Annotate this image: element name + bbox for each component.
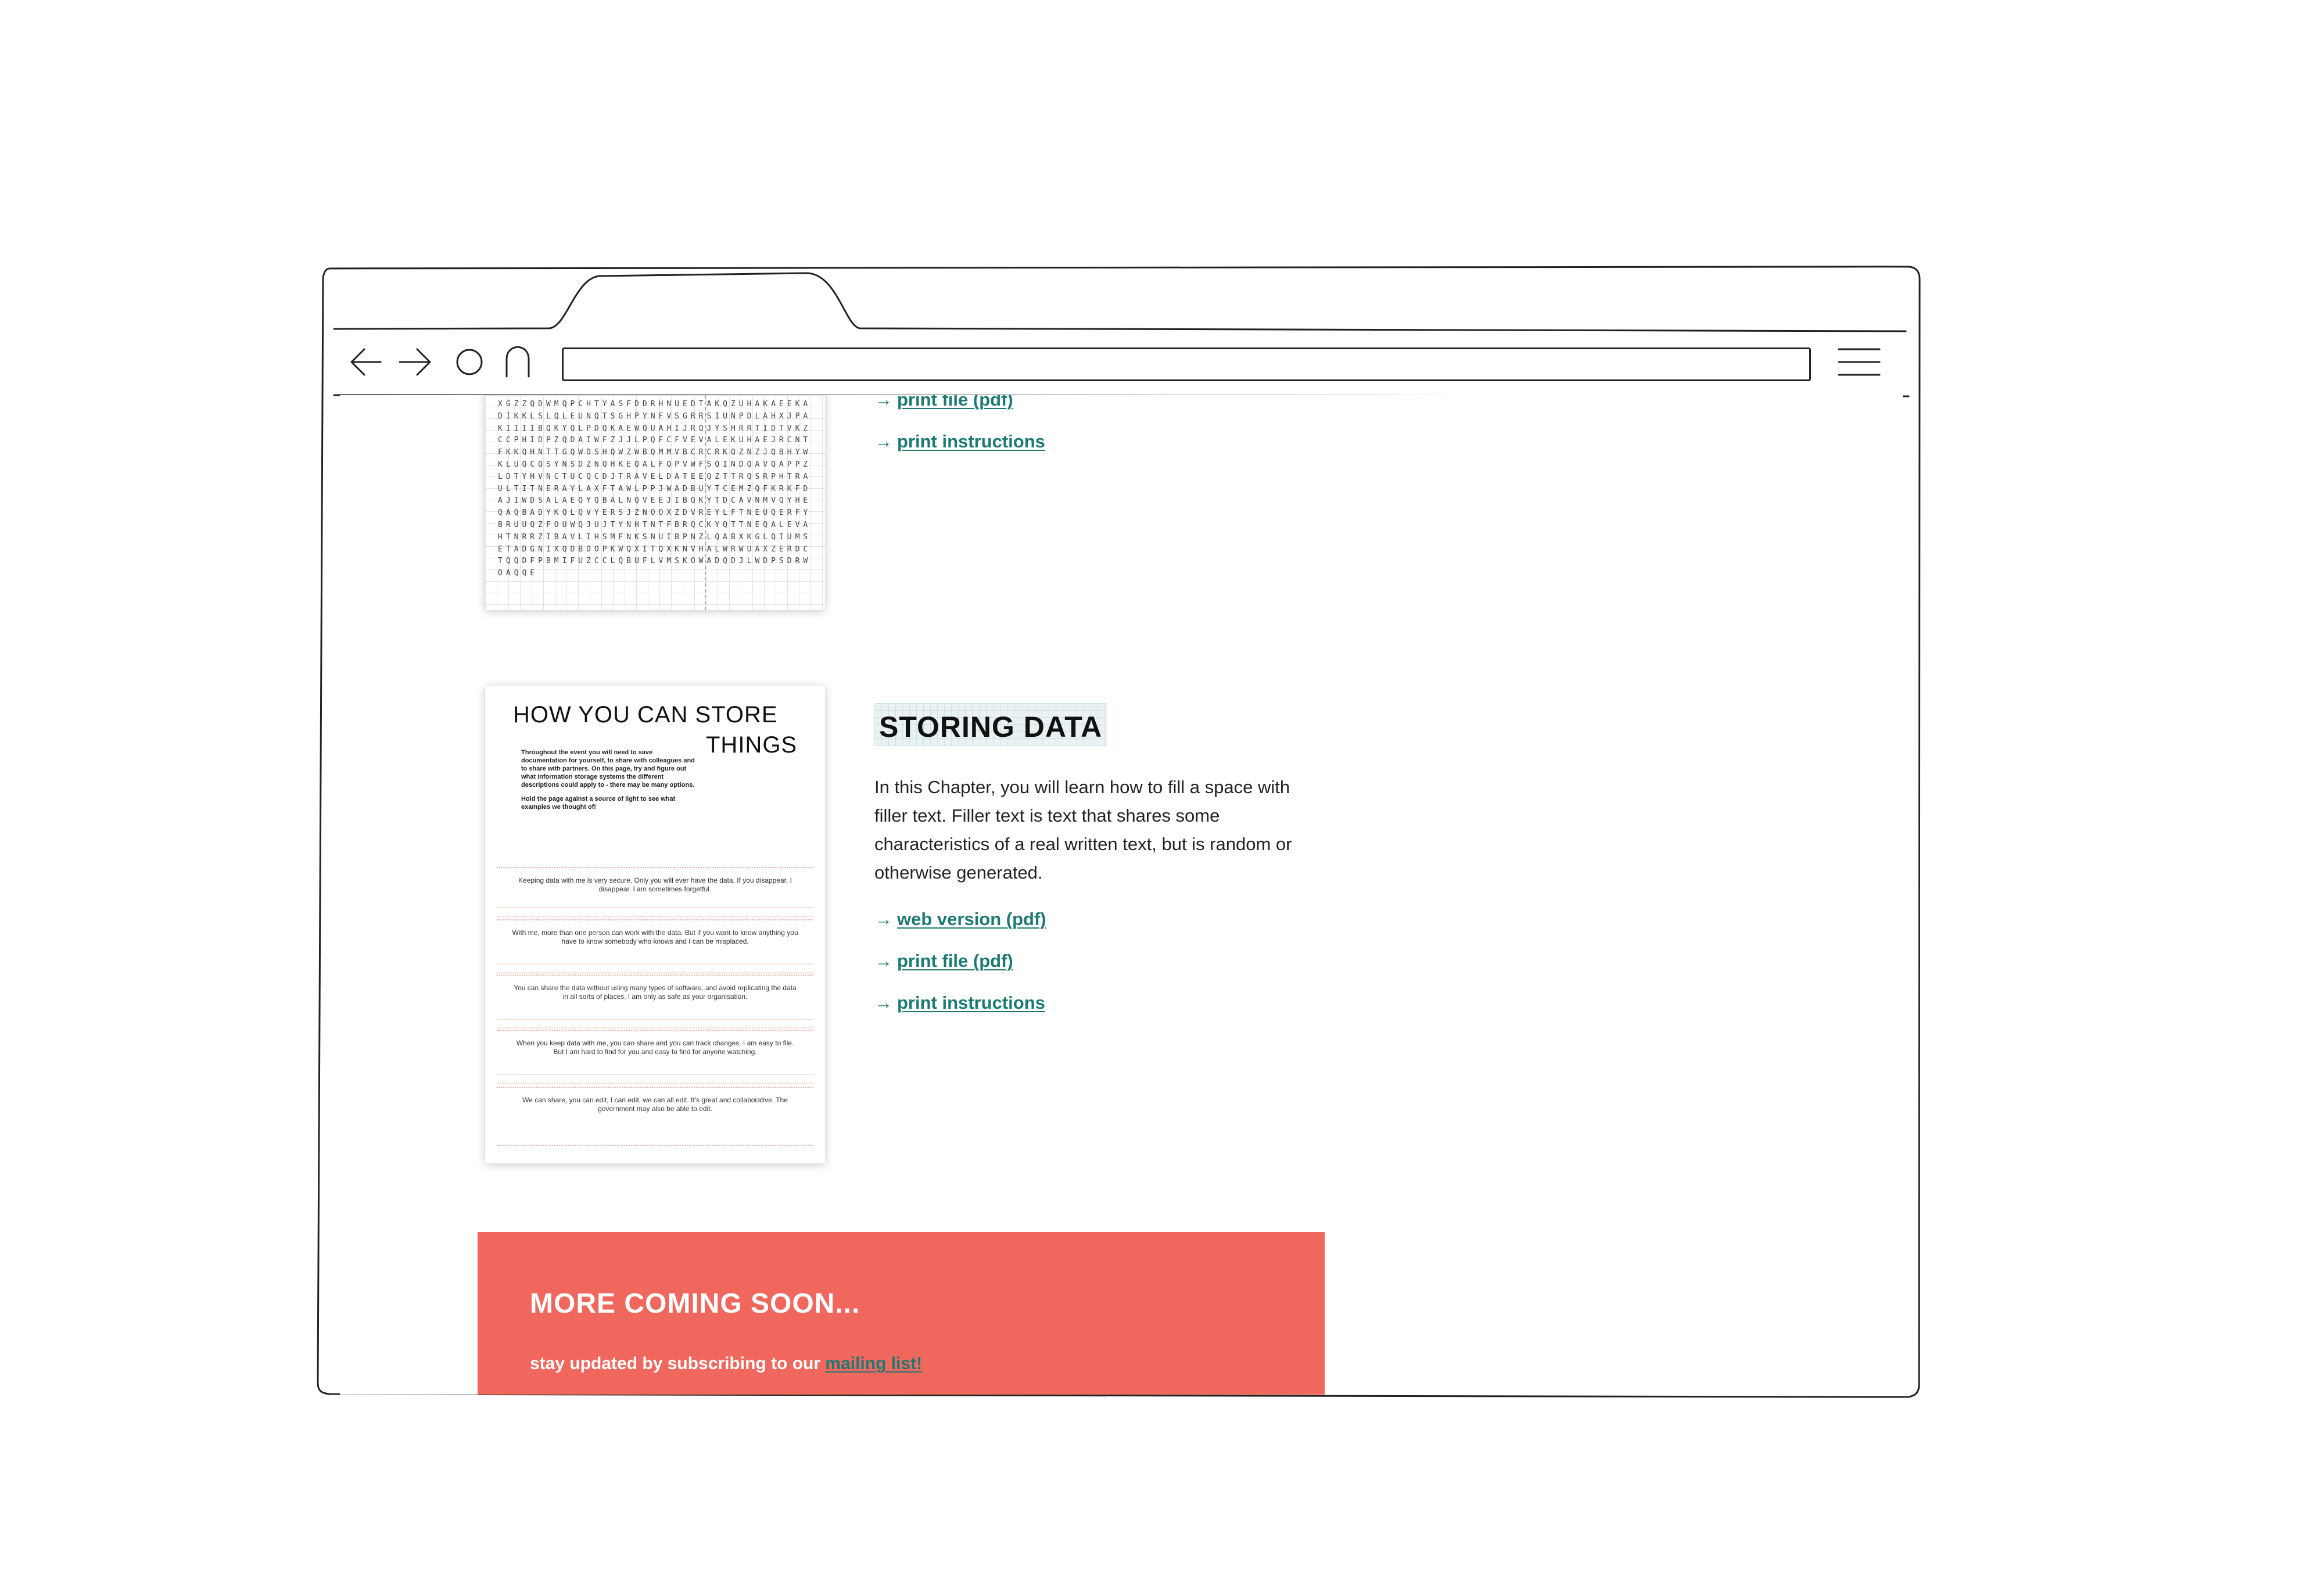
ruled-lines — [497, 1066, 813, 1084]
print-instructions-link[interactable]: print instructions — [897, 992, 1045, 1013]
prev-chapter-links: → print file (pdf) → print instructions — [874, 395, 1045, 474]
thumbnail-box-text: Keeping data with me is very secure. Onl… — [518, 876, 792, 893]
ruled-lines — [497, 956, 813, 973]
word-search-letters: XGZZQDWMQPCHTYASFDDRHNUEDTAKQZUHAKAEEKAD… — [498, 400, 812, 578]
forward-button[interactable] — [397, 347, 433, 378]
thumbnail-intro: Throughout the event you will need to sa… — [521, 748, 695, 817]
arrow-icon: → — [874, 992, 892, 1013]
address-bar[interactable] — [562, 347, 1811, 381]
storing-data-links: → web version (pdf) → print file (pdf) → pr… — [874, 910, 1046, 1035]
web-version-link[interactable]: web version (pdf) — [897, 909, 1046, 929]
print-instructions-link[interactable]: print instructions — [897, 431, 1045, 452]
thumbnail-box-text: You can share the data without using man… — [514, 984, 797, 1001]
thumbnail-box: Keeping data with me is very secure. Onl… — [497, 867, 813, 894]
ruled-lines — [497, 1011, 813, 1029]
arrow-icon: → — [874, 395, 892, 410]
print-file-link[interactable]: print file (pdf) — [897, 951, 1013, 971]
section-title: STORING DATA — [874, 703, 1107, 746]
storing-data-thumbnail[interactable]: HOW YOU CAN STORE THINGS Throughout the … — [485, 686, 825, 1163]
thumbnail-box: You can share the data without using man… — [497, 974, 813, 1001]
link-item: → print instructions — [874, 432, 1045, 451]
link-item: → print file (pdf) — [874, 952, 1046, 970]
ruled-lines — [497, 900, 813, 917]
thumbnail-box: With me, more than one person can work w… — [497, 919, 813, 946]
mailing-list-link[interactable]: mailing list! — [825, 1354, 922, 1373]
thumbnail-box-text: We can share, you can edit, I can edit, … — [522, 1096, 788, 1113]
link-item: → print file (pdf) — [874, 395, 1045, 409]
link-item: → web version (pdf) — [874, 910, 1046, 929]
fold-line — [705, 395, 706, 610]
banner-text-label: stay updated by subscribing to our — [530, 1354, 826, 1373]
thumbnail-title: HOW YOU CAN STORE — [513, 702, 778, 728]
home-button[interactable] — [503, 345, 532, 379]
thumbnail-intro-paragraph: Hold the page against a source of light … — [521, 796, 676, 811]
banner-title: MORE COMING SOON... — [530, 1288, 860, 1319]
section-description: In this Chapter, you will learn how to f… — [874, 777, 1292, 883]
link-item: → print instructions — [874, 994, 1046, 1012]
thumbnail-box-text: With me, more than one person can work w… — [512, 929, 798, 945]
page-viewport: XGZZQDWMQPCHTYASFDDRHNUEDTAKQZUHAKAEEKAD… — [340, 395, 1903, 1395]
arrow-icon: → — [874, 431, 892, 452]
thumbnail-intro-paragraph: Throughout the event you will need to sa… — [521, 749, 695, 789]
thumbnail-box: We can share, you can edit, I can edit, … — [497, 1087, 813, 1113]
thumbnail-box-text: When you keep data with me, you can shar… — [516, 1039, 794, 1056]
word-search-thumbnail[interactable]: XGZZQDWMQPCHTYASFDDRHNUEDTAKQZUHAKAEEKAD… — [485, 395, 825, 610]
print-file-link[interactable]: print file (pdf) — [897, 395, 1013, 410]
menu-button[interactable] — [1835, 344, 1884, 380]
reload-button[interactable] — [454, 347, 485, 378]
arrow-icon: → — [874, 909, 892, 929]
banner-text: stay updated by subscribing to our maili… — [530, 1354, 922, 1374]
thumbnail-box: When you keep data with me, you can shar… — [497, 1030, 813, 1056]
back-button[interactable] — [347, 347, 383, 378]
arrow-icon: → — [874, 951, 892, 971]
thumbnail-box-bottom — [497, 1145, 813, 1146]
thumbnail-title-2: THINGS — [706, 732, 798, 758]
coming-soon-banner: MORE COMING SOON... stay updated by subs… — [478, 1232, 1325, 1395]
